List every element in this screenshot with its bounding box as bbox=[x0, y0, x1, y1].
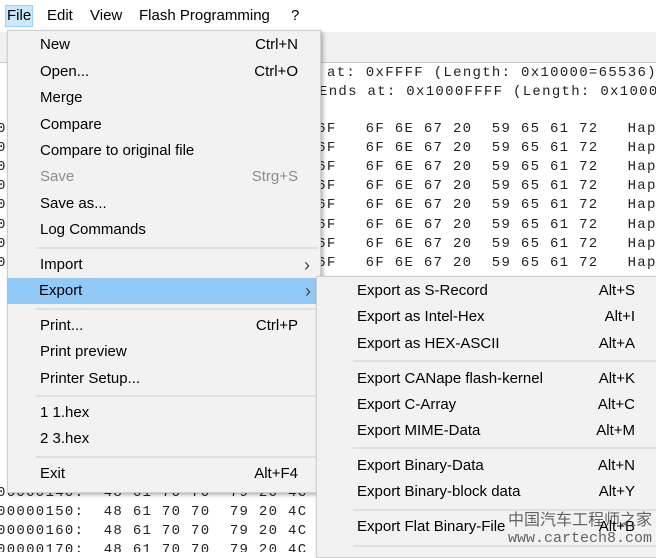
menu-view[interactable]: View bbox=[88, 6, 124, 26]
menu-item-label: Export Binary-Data bbox=[357, 457, 484, 474]
menu-item-label: Log Commands bbox=[40, 221, 146, 238]
menu-item-label: Export MIME-Data bbox=[357, 422, 481, 439]
menu-item-label: Open... bbox=[40, 63, 90, 80]
file-menu-item-log-commands[interactable]: Log Commands bbox=[8, 217, 320, 243]
menu-separator bbox=[353, 360, 656, 362]
menu-item-label: New bbox=[40, 36, 71, 53]
export-item-export-as-intel-hex[interactable]: Export as Intel-Hex Alt+I bbox=[317, 304, 656, 330]
export-item-export-canape-flash-kernel[interactable]: Export CANape flash-kernel Alt+K bbox=[317, 366, 656, 392]
menu-item-shortcut: Alt+I bbox=[604, 308, 635, 325]
menu-item-label: Export as Intel-Hex bbox=[357, 308, 485, 325]
menu-item-shortcut: Alt+M bbox=[596, 422, 635, 439]
file-menu-item-exit[interactable]: Exit Alt+F4 bbox=[8, 461, 320, 487]
menu-separator bbox=[36, 395, 318, 397]
menu-bar: File Edit View Flash Programming ? bbox=[0, 0, 656, 32]
export-item-export-mime-data[interactable]: Export MIME-Data Alt+M bbox=[317, 418, 656, 444]
file-menu-item-2-3-hex[interactable]: 2 3.hex bbox=[8, 426, 320, 452]
menu-item-shortcut: Ctrl+N bbox=[255, 36, 298, 53]
watermark-url: www.cartech8.com bbox=[507, 530, 652, 547]
file-menu-item-merge[interactable]: Merge bbox=[8, 85, 320, 111]
menu-item-shortcut: Alt+N bbox=[597, 457, 635, 474]
file-menu-item-import[interactable]: Import › bbox=[8, 252, 320, 278]
hex-row: 00000150: 48 61 70 70 79 20 4C bbox=[0, 504, 308, 521]
file-menu-item-print-preview[interactable]: Print preview bbox=[8, 339, 320, 365]
menu-item-label: Exit bbox=[40, 465, 66, 482]
menu-item-label: Merge bbox=[40, 89, 83, 106]
menu-item-label: 1 1.hex bbox=[40, 404, 90, 421]
file-menu-item-open[interactable]: Open... Ctrl+O bbox=[8, 59, 320, 85]
file-menu: New Ctrl+N Open... Ctrl+O Merge Compare Compar… bbox=[7, 30, 321, 493]
file-menu-item-print[interactable]: Print... Ctrl+P bbox=[8, 313, 320, 339]
menu-item-shortcut: Alt+Y bbox=[598, 483, 635, 500]
menu-item-label: Save as... bbox=[40, 195, 107, 212]
menu-item-shortcut: Strg+S bbox=[251, 168, 298, 185]
file-menu-item-compare[interactable]: Compare bbox=[8, 112, 320, 138]
export-item-export-binary-block-data[interactable]: Export Binary-block data Alt+Y bbox=[317, 479, 656, 505]
menu-item-label: Export bbox=[39, 282, 83, 299]
chevron-right-icon: › bbox=[304, 255, 310, 275]
menu-item-label: Export C-Array bbox=[357, 396, 457, 413]
file-menu-item-1-1-hex[interactable]: 1 1.hex bbox=[8, 400, 320, 426]
menu-item-label: Export Binary-block data bbox=[357, 483, 521, 500]
menu-item-label: Export CANape flash-kernel bbox=[357, 370, 543, 387]
menu-item-shortcut: Ctrl+P bbox=[255, 317, 298, 334]
menu-item-label: Export Flat Binary-File bbox=[357, 518, 506, 535]
watermark-text: 中国汽车工程师之家 bbox=[507, 512, 652, 529]
menu-item-shortcut: Alt+S bbox=[598, 282, 635, 299]
hex-header-line: at: 0xFFFF (Length: 0x10000=65536) bbox=[327, 65, 656, 81]
export-item-export-as-hex-ascii[interactable]: Export as HEX-ASCII Alt+A bbox=[317, 331, 656, 357]
menu-item-shortcut: Alt+C bbox=[597, 396, 635, 413]
file-menu-item-new[interactable]: New Ctrl+N bbox=[8, 32, 320, 58]
hex-row: 00000160: 48 61 70 70 79 20 4C bbox=[0, 523, 308, 540]
export-item-export-binary-data[interactable]: Export Binary-Data Alt+N bbox=[317, 453, 656, 479]
menu-item-label: Save bbox=[40, 168, 75, 185]
menu-item-shortcut: Ctrl+O bbox=[254, 63, 298, 80]
menu-item-shortcut: Alt+F4 bbox=[254, 465, 298, 482]
menu-item-label: 2 3.hex bbox=[40, 430, 90, 447]
menu-separator bbox=[353, 447, 656, 449]
watermark: 中国汽车工程师之家 www.cartech8.com bbox=[508, 512, 652, 548]
menu-separator bbox=[36, 456, 318, 458]
file-menu-item-printer-setup[interactable]: Printer Setup... bbox=[8, 366, 320, 392]
menu-item-label: Printer Setup... bbox=[40, 370, 141, 387]
menu-separator bbox=[36, 247, 318, 249]
file-menu-item-save-as[interactable]: Save as... bbox=[8, 191, 320, 217]
menu-item-label: Compare bbox=[40, 116, 102, 133]
menu-item-shortcut: Alt+K bbox=[598, 370, 635, 387]
chevron-right-icon: › bbox=[305, 281, 311, 301]
menu-help[interactable]: ? bbox=[289, 6, 301, 26]
file-menu-item-compare-to-original-file[interactable]: Compare to original file bbox=[8, 138, 320, 164]
hex-row: 00000170: 48 61 70 70 79 20 4C bbox=[0, 542, 308, 552]
menu-file[interactable]: File bbox=[5, 5, 34, 27]
menu-separator bbox=[36, 308, 318, 310]
menu-item-label: Compare to original file bbox=[40, 142, 195, 159]
menu-flash-programming[interactable]: Flash Programming bbox=[137, 6, 272, 26]
menu-item-label: Export as HEX-ASCII bbox=[357, 335, 500, 352]
menu-item-label: Import bbox=[40, 256, 83, 273]
menu-item-label: Print preview bbox=[40, 343, 127, 360]
export-item-export-as-s-record[interactable]: Export as S-Record Alt+S bbox=[317, 278, 656, 304]
menu-item-label: Print... bbox=[40, 317, 84, 334]
file-menu-item-export[interactable]: Export › bbox=[7, 278, 321, 304]
file-menu-item-save[interactable]: Save Strg+S bbox=[8, 164, 320, 190]
export-item-export-c-array[interactable]: Export C-Array Alt+C bbox=[317, 392, 656, 418]
menu-item-shortcut: Alt+A bbox=[598, 335, 635, 352]
menu-separator bbox=[353, 509, 656, 511]
hex-header-line: Ends at: 0x1000FFFF (Length: 0x10000 bbox=[319, 84, 656, 100]
menu-item-label: Export as S-Record bbox=[357, 282, 488, 299]
menu-edit[interactable]: Edit bbox=[45, 6, 75, 26]
